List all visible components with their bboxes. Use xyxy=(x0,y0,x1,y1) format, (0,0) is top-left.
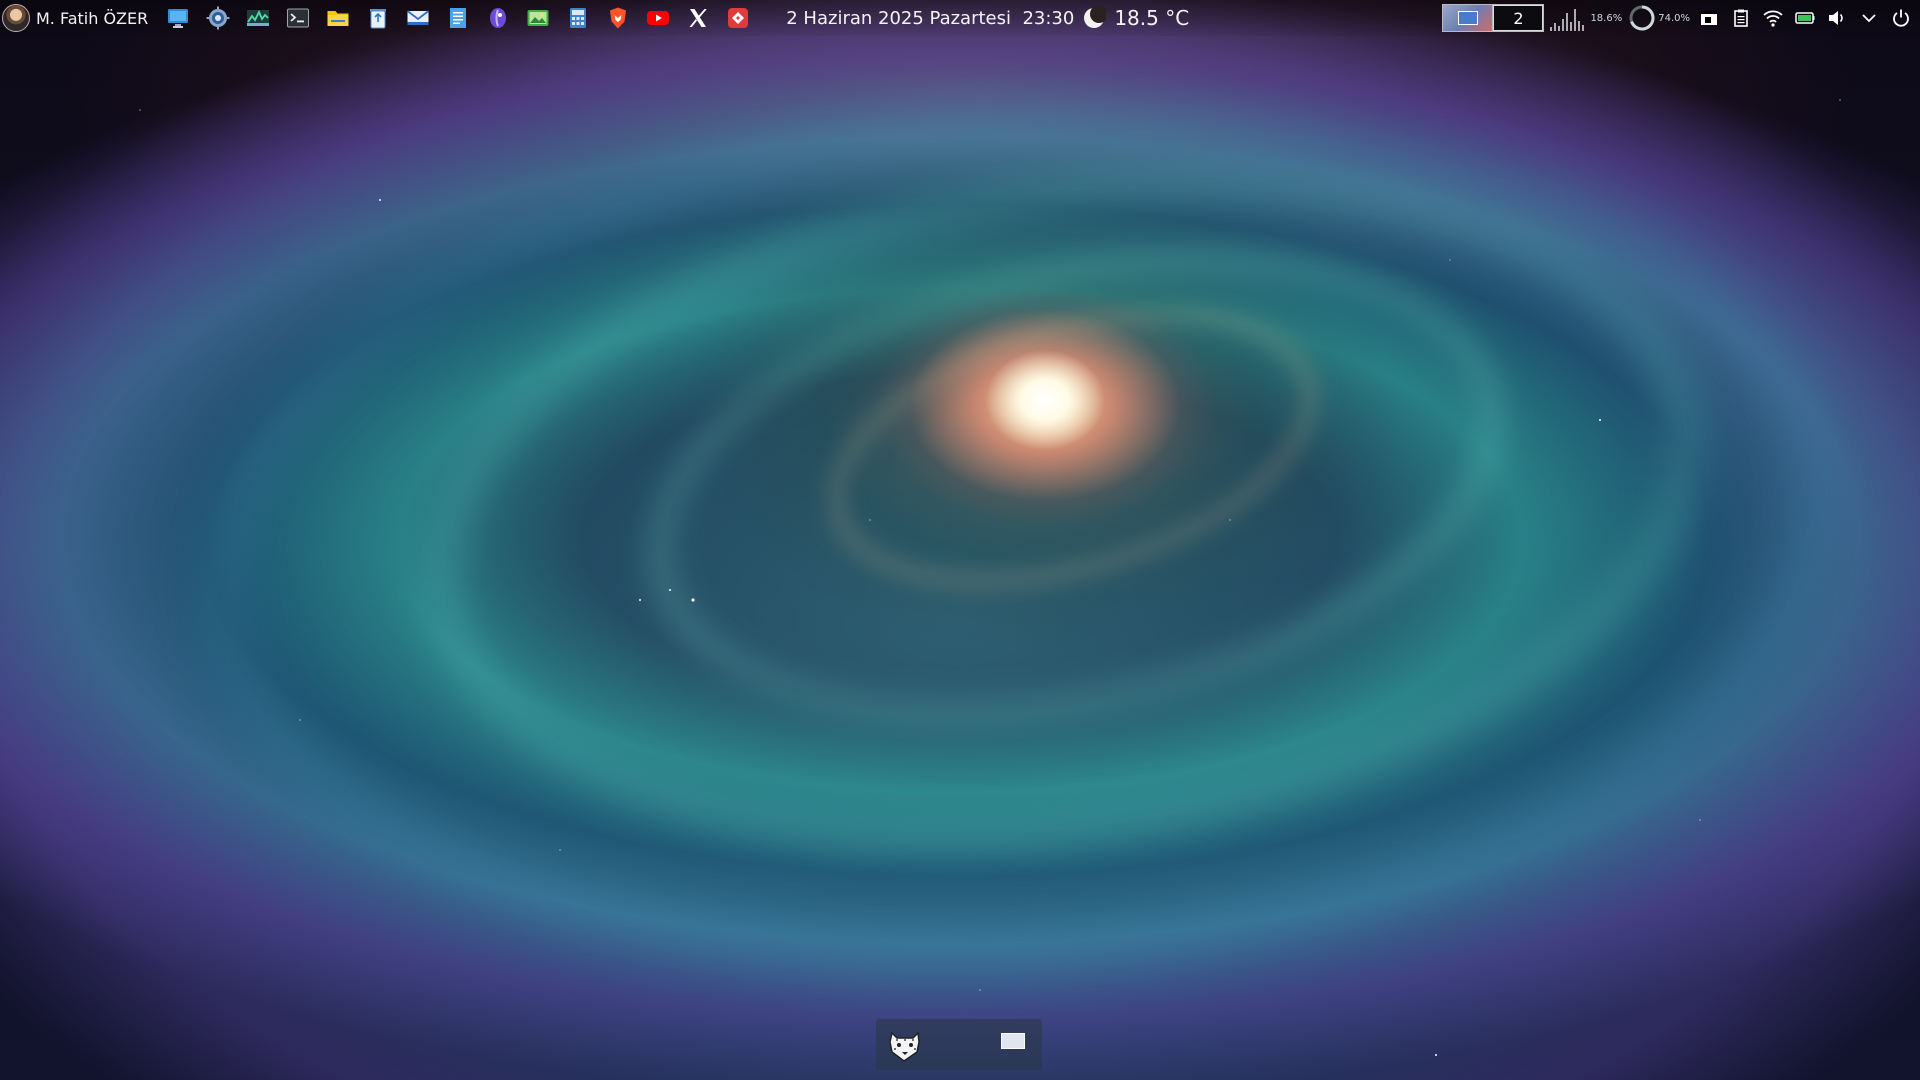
galaxy-arm-middle xyxy=(379,88,1749,930)
desktop-wallpaper xyxy=(0,0,1920,1080)
mail-icon[interactable] xyxy=(402,2,434,34)
top-panel: M. Fatih ÖZER 2 Haziran 2025 Pazartesi 2… xyxy=(0,0,1920,36)
galaxy-arm-outer xyxy=(172,53,1868,1027)
moon-icon xyxy=(1084,6,1107,28)
user-menu[interactable]: M. Fatih ÖZER xyxy=(2,0,158,36)
window-manager-icon[interactable] xyxy=(1696,5,1722,31)
virtual-desktop-pager: 2 xyxy=(1442,4,1545,32)
star-field xyxy=(0,0,1920,1080)
battery-icon[interactable] xyxy=(1792,5,1818,31)
show-desktop-button[interactable] xyxy=(1000,1031,1026,1059)
clock-weather-area[interactable]: 2 Haziran 2025 Pazartesi 23:30 18.5 °C xyxy=(786,0,1189,36)
pager-desktop-2[interactable]: 2 xyxy=(1493,5,1544,31)
system-monitor-icon[interactable] xyxy=(242,2,274,34)
volume-icon[interactable] xyxy=(1824,5,1850,31)
system-tray: 2 18.6% 74.0% xyxy=(1442,0,1914,36)
pardus-leopard-icon xyxy=(889,1030,920,1062)
galaxy-core-ring xyxy=(794,255,1352,641)
desktop-icon[interactable] xyxy=(162,2,194,34)
brave-browser-icon[interactable] xyxy=(602,2,634,34)
wifi-icon[interactable] xyxy=(1760,5,1786,31)
terminal-icon[interactable] xyxy=(282,2,314,34)
pardus-menu-launcher[interactable] xyxy=(884,1024,926,1066)
quick-launch-bar xyxy=(158,0,758,36)
recycle-bin-icon[interactable] xyxy=(362,2,394,34)
user-name: M. Fatih ÖZER xyxy=(36,8,149,28)
text-editor-icon[interactable] xyxy=(442,2,474,34)
image-viewer-icon[interactable] xyxy=(522,2,554,34)
pager-desktop-1[interactable] xyxy=(1443,5,1494,31)
cpu-usage-label: 18.6% xyxy=(1590,12,1623,24)
youtube-icon[interactable] xyxy=(642,2,674,34)
clipboard-icon[interactable] xyxy=(1728,5,1754,31)
red-app-icon[interactable] xyxy=(722,2,754,34)
gauge-icon[interactable] xyxy=(1628,4,1656,32)
cpu-graph[interactable] xyxy=(1550,5,1585,31)
file-manager-folder-icon[interactable] xyxy=(322,2,354,34)
settings-gear-icon[interactable] xyxy=(202,2,234,34)
temperature-readout: 18.5 °C xyxy=(1114,6,1190,30)
purple-app-icon[interactable] xyxy=(482,2,514,34)
chevron-down-icon[interactable] xyxy=(1856,5,1882,31)
bottom-dock xyxy=(876,1019,1042,1070)
gauge-value-label: 74.0% xyxy=(1658,12,1690,24)
galaxy-arm-inner xyxy=(602,174,1550,798)
power-icon[interactable] xyxy=(1888,5,1914,31)
x-twitter-icon[interactable] xyxy=(682,2,714,34)
date-time-clock: 2 Haziran 2025 Pazartesi 23:30 xyxy=(786,7,1075,29)
show-desktop-icon xyxy=(1001,1032,1025,1049)
avatar xyxy=(2,4,30,32)
calculator-icon[interactable] xyxy=(562,2,594,34)
